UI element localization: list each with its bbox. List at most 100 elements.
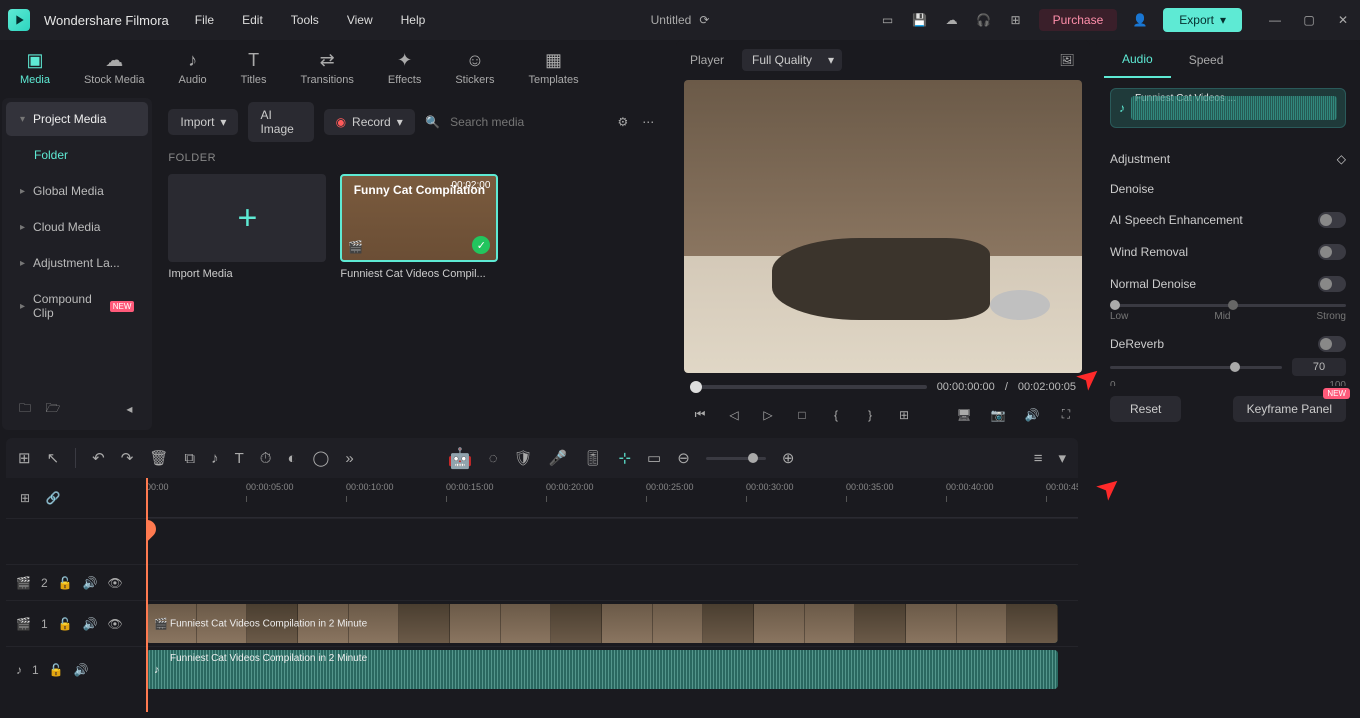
track-lane-empty[interactable] (146, 519, 1078, 564)
tab-audio[interactable]: Audio (1104, 42, 1171, 78)
tab-speed[interactable]: Speed (1171, 43, 1242, 77)
prev-frame-button[interactable]: ⏮ (690, 407, 710, 422)
grid-icon[interactable]: ⊞ (894, 408, 914, 422)
media-clip-tile[interactable]: 00:02:00 Funny Cat Compilation 🎬 ✓ Funni… (340, 174, 498, 280)
play-backward-button[interactable]: ◁ (724, 408, 744, 422)
account-icon[interactable]: 👤 (1131, 11, 1149, 29)
music-button[interactable]: ♪ (211, 450, 219, 467)
layout-icon[interactable]: ⊞ (18, 449, 31, 467)
frame-icon[interactable]: ▭ (647, 449, 661, 467)
shield-icon[interactable]: 🛡 (514, 449, 533, 467)
sidebar-folder[interactable]: Folder (6, 138, 148, 172)
sidebar-global-media[interactable]: ▸Global Media (6, 174, 148, 208)
visibility-icon[interactable]: 👁 (108, 617, 123, 631)
display-icon[interactable]: 🖥 (954, 408, 974, 422)
track-lane-1[interactable]: 🎬 Funniest Cat Videos Compilation in 2 M… (146, 601, 1078, 646)
tab-effects[interactable]: ✦Effects (388, 50, 421, 86)
more-icon[interactable]: ⋯ (641, 113, 656, 131)
mute-icon[interactable]: 🔊 (83, 617, 98, 631)
sidebar-cloud-media[interactable]: ▸Cloud Media (6, 210, 148, 244)
menu-file[interactable]: File (195, 13, 214, 27)
snapshot-icon[interactable]: 🖼 (1058, 51, 1076, 69)
add-track-icon[interactable]: ⊞ (16, 489, 34, 507)
video-clip[interactable]: 🎬 Funniest Cat Videos Compilation in 2 M… (146, 604, 1058, 643)
camera-icon[interactable]: 📷 (988, 408, 1008, 422)
dereverb-toggle[interactable] (1318, 336, 1346, 352)
fullscreen-icon[interactable]: ⛶ (1056, 407, 1076, 422)
zoom-out-button[interactable]: ⊖ (677, 449, 690, 467)
speed-button[interactable]: ⏱ (260, 450, 272, 467)
quality-dropdown[interactable]: Full Quality ▾ (742, 49, 842, 71)
visibility-icon[interactable]: 👁 (108, 576, 123, 590)
zoom-in-button[interactable]: ⊕ (782, 449, 795, 467)
preview-video[interactable] (684, 80, 1082, 373)
timeline-ruler[interactable]: 00:00 00:00:05:00 00:00:10:00 00:00:15:0… (146, 478, 1078, 518)
text-button[interactable]: T (235, 450, 244, 467)
dereverb-slider[interactable] (1110, 366, 1282, 369)
mask-button[interactable]: ◯ (313, 449, 330, 467)
tab-stock[interactable]: ☁Stock Media (84, 50, 145, 86)
lock-icon[interactable]: 🔓 (58, 617, 73, 631)
maximize-button[interactable]: ▢ (1300, 11, 1318, 29)
collapse-icon[interactable]: ◂ (120, 400, 138, 418)
menu-edit[interactable]: Edit (242, 13, 263, 27)
keyframe-diamond-icon[interactable]: ◇ (1337, 152, 1346, 166)
filter-icon[interactable]: ⚙ (615, 113, 630, 131)
stop-button[interactable]: □ (792, 408, 812, 422)
ai-speech-toggle[interactable] (1318, 212, 1346, 228)
dereverb-value[interactable]: 70 (1292, 358, 1346, 376)
zoom-slider[interactable] (706, 457, 766, 460)
tab-stickers[interactable]: ☺Stickers (455, 50, 494, 86)
sidebar-compound-clip[interactable]: ▸Compound ClipNEW (6, 282, 148, 330)
export-button[interactable]: Export▾ (1163, 8, 1242, 32)
snap-icon[interactable]: ⊹ (618, 449, 631, 467)
headphones-icon[interactable]: 🎧 (975, 11, 993, 29)
folder-icon[interactable]: 🗁 (44, 400, 62, 418)
menu-tools[interactable]: Tools (291, 13, 319, 27)
mute-icon[interactable]: 🔊 (74, 663, 89, 677)
tab-titles[interactable]: TTitles (241, 50, 267, 86)
apps-icon[interactable]: ⊞ (1007, 11, 1025, 29)
audio-clip-preview[interactable]: ♪ Funniest Cat Videos ... (1110, 88, 1346, 128)
chevron-down-icon[interactable]: ▾ (1058, 449, 1066, 467)
tab-templates[interactable]: ▦Templates (528, 50, 578, 86)
mark-out-button[interactable]: } (860, 408, 880, 422)
delete-button[interactable]: 🗑 (149, 449, 168, 467)
more-button[interactable]: » (345, 450, 353, 467)
audio-track-lane[interactable]: ♪ Funniest Cat Videos Compilation in 2 M… (146, 647, 1078, 692)
seek-slider[interactable] (690, 385, 927, 389)
import-dropdown[interactable]: Import▾ (168, 109, 238, 135)
lock-icon[interactable]: 🔓 (49, 663, 64, 677)
audio-clip[interactable]: ♪ Funniest Cat Videos Compilation in 2 M… (146, 650, 1058, 689)
link-icon[interactable]: 🔗 (44, 489, 62, 507)
minimize-button[interactable]: — (1266, 11, 1284, 29)
pointer-icon[interactable]: ↖ (47, 449, 60, 467)
import-media-tile[interactable]: + Import Media (168, 174, 326, 280)
purchase-button[interactable]: Purchase (1039, 9, 1118, 31)
mixer-icon[interactable]: 🎚 (583, 449, 602, 467)
menu-view[interactable]: View (347, 13, 373, 27)
close-button[interactable]: ✕ (1334, 11, 1352, 29)
list-view-icon[interactable]: ≡ (1034, 450, 1043, 467)
device-icon[interactable]: ▭ (879, 11, 897, 29)
sync-icon[interactable]: ⟳ (699, 13, 709, 27)
playhead[interactable] (146, 478, 148, 712)
undo-button[interactable]: ↶ (92, 449, 105, 467)
normal-denoise-toggle[interactable] (1318, 276, 1346, 292)
tab-media[interactable]: ▣Media (20, 50, 50, 86)
reset-button[interactable]: Reset (1110, 396, 1181, 422)
mute-icon[interactable]: 🔊 (83, 576, 98, 590)
record-dropdown[interactable]: ◉Record▾ (324, 109, 415, 135)
track-lane-2[interactable] (146, 565, 1078, 600)
cloud-icon[interactable]: ☁ (943, 11, 961, 29)
play-button[interactable]: ▷ (758, 408, 778, 422)
keyframe-panel-button[interactable]: Keyframe PanelNEW (1233, 396, 1346, 422)
tab-transitions[interactable]: ⇄Transitions (301, 50, 354, 86)
mic-icon[interactable]: 🎤 (549, 449, 568, 467)
ai-image-button[interactable]: AI Image (248, 102, 313, 142)
mark-in-button[interactable]: { (826, 408, 846, 422)
wind-removal-toggle[interactable] (1318, 244, 1346, 260)
save-icon[interactable]: 💾 (911, 11, 929, 29)
color-button[interactable]: ◐ (287, 450, 296, 467)
crop-button[interactable]: ⧉ (184, 450, 195, 467)
